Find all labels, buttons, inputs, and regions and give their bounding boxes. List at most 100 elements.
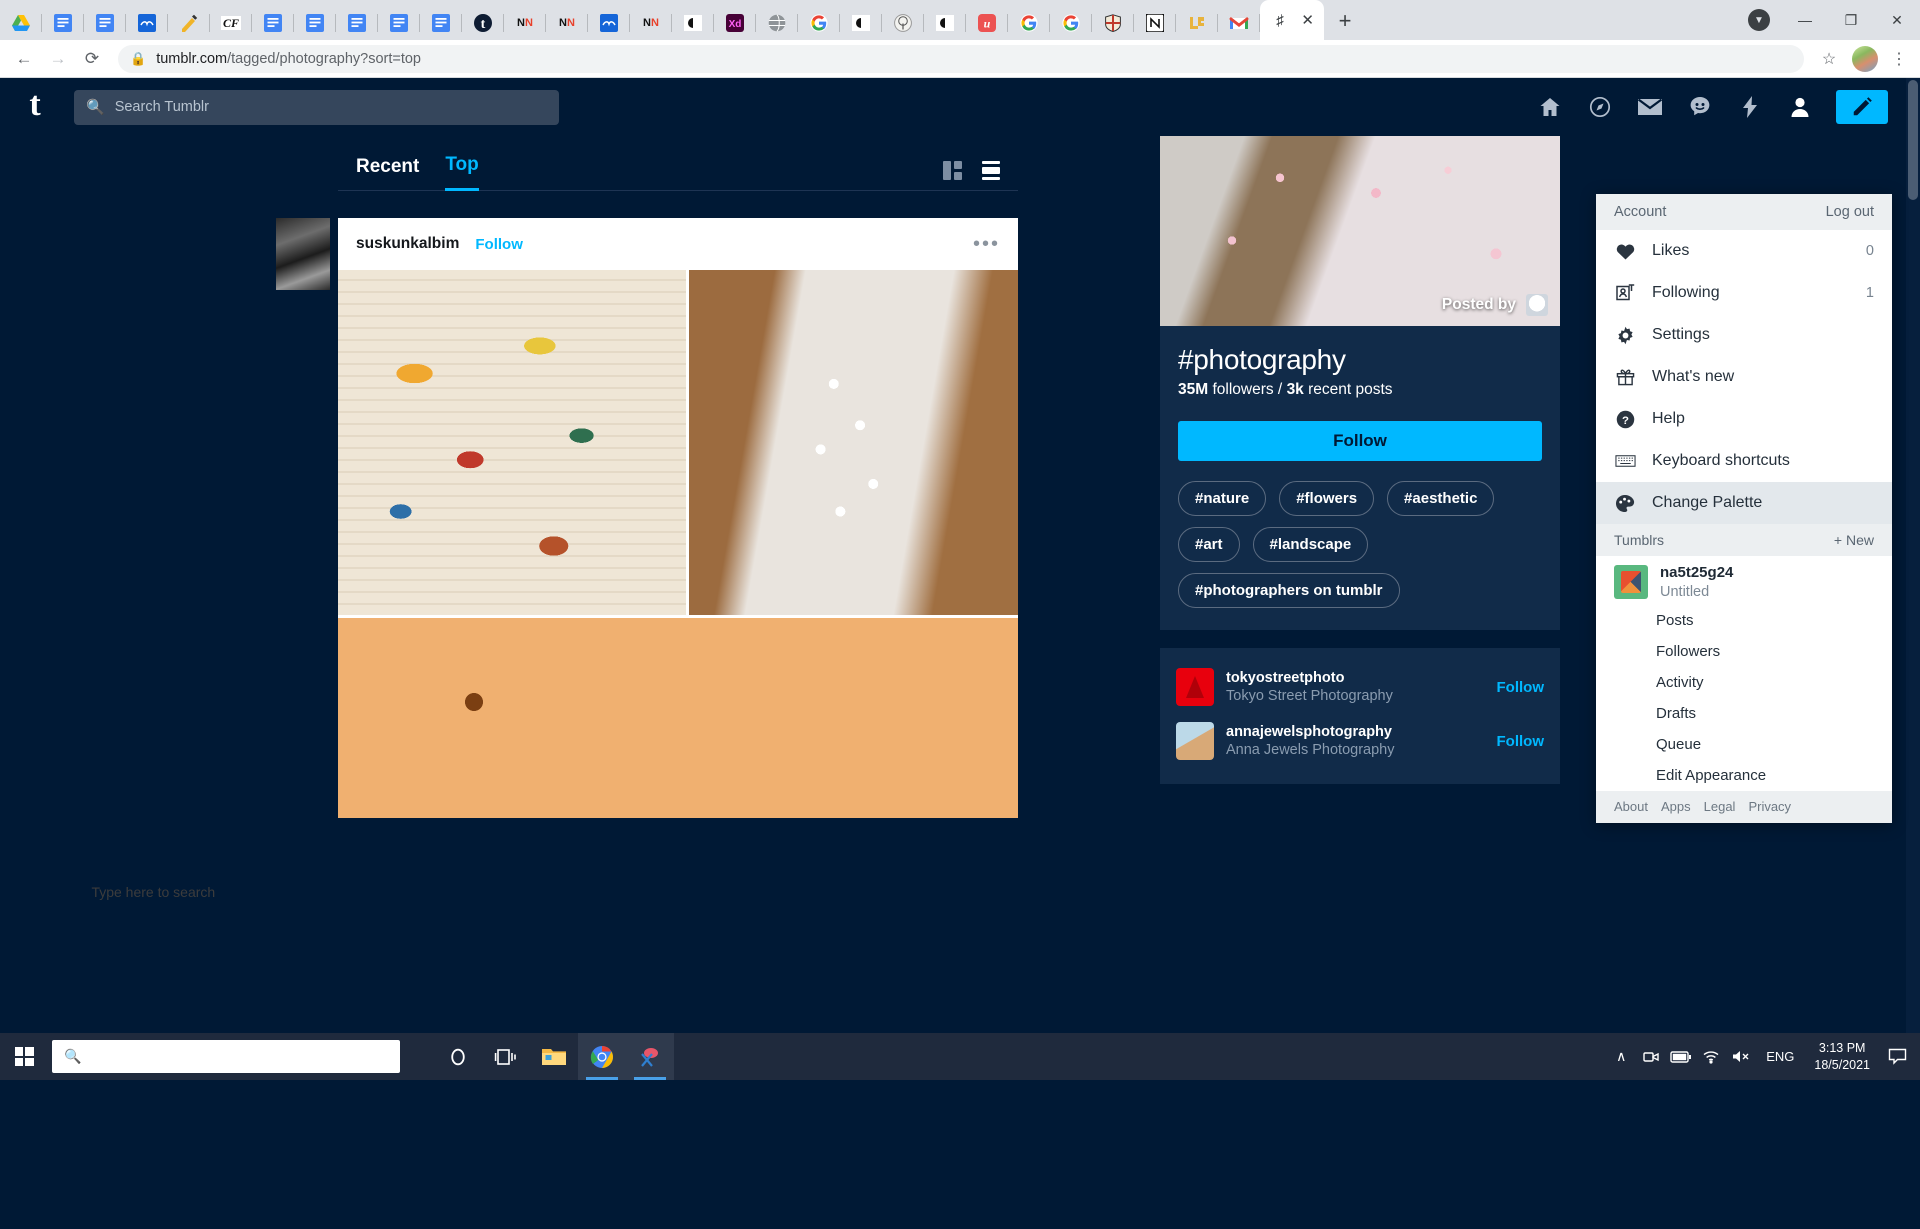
browser-tab[interactable]	[0, 6, 42, 40]
account-menu-item-what-s-new[interactable]: What's new	[1596, 356, 1892, 398]
address-bar[interactable]: 🔒 tumblr.com/tagged/photography?sort=top	[118, 45, 1804, 73]
browser-tab[interactable]	[798, 6, 840, 40]
explore-icon[interactable]	[1586, 93, 1614, 121]
post-photo[interactable]	[338, 270, 686, 615]
footer-link-privacy[interactable]: Privacy	[1748, 799, 1791, 814]
browser-tab[interactable]	[672, 6, 714, 40]
browser-tab[interactable]: Xd	[714, 6, 756, 40]
battery-icon[interactable]	[1666, 1033, 1696, 1080]
browser-tab[interactable]	[1050, 6, 1092, 40]
related-tag-chip[interactable]: #landscape	[1253, 527, 1369, 562]
bookmark-star-icon[interactable]: ☆	[1814, 44, 1844, 74]
browser-menu-icon[interactable]: ⋮	[1886, 49, 1912, 69]
footer-link-apps[interactable]: Apps	[1661, 799, 1691, 814]
tumblr-logo[interactable]: t	[18, 90, 52, 124]
scrollbar-thumb[interactable]	[1908, 80, 1918, 200]
new-tab-button[interactable]: +	[1328, 4, 1362, 38]
related-tag-chip[interactable]: #aesthetic	[1387, 481, 1494, 516]
account-icon[interactable]	[1786, 93, 1814, 121]
taskbar-clock[interactable]: 3:13 PM 18/5/2021	[1804, 1040, 1880, 1074]
account-blog-row[interactable]: na5t25g24 Untitled	[1596, 556, 1892, 605]
related-tag-chip[interactable]: #flowers	[1279, 481, 1374, 516]
forward-icon[interactable]: →	[42, 43, 74, 75]
account-menu-item-change-palette[interactable]: Change Palette	[1596, 482, 1892, 524]
home-icon[interactable]	[1536, 93, 1564, 121]
footer-link-legal[interactable]: Legal	[1704, 799, 1736, 814]
browser-tab[interactable]: CF	[210, 6, 252, 40]
account-menu-item-following[interactable]: Following1	[1596, 272, 1892, 314]
wifi-icon[interactable]	[1696, 1033, 1726, 1080]
tab-search-button[interactable]: ▼	[1736, 0, 1782, 40]
post-more-icon[interactable]: •••	[973, 239, 1000, 249]
suggested-blog-row[interactable]: annajewelsphotographyAnna Jewels Photogr…	[1176, 714, 1544, 768]
browser-tab[interactable]	[420, 6, 462, 40]
browser-tab[interactable]: u	[966, 6, 1008, 40]
tab-top[interactable]: Top	[445, 154, 478, 191]
chrome-icon[interactable]	[578, 1033, 626, 1080]
suggested-blog-follow-button[interactable]: Follow	[1497, 733, 1545, 750]
start-button[interactable]	[0, 1033, 48, 1080]
tokyo-tower-avatar[interactable]	[1176, 668, 1214, 706]
activity-icon[interactable]	[1686, 93, 1714, 121]
browser-tab[interactable]	[588, 6, 630, 40]
suggested-blog-follow-button[interactable]: Follow	[1497, 679, 1545, 696]
browser-tab[interactable]	[84, 6, 126, 40]
browser-tab[interactable]	[1218, 6, 1260, 40]
browser-tab[interactable]	[294, 6, 336, 40]
browser-tab[interactable]	[168, 6, 210, 40]
grid-view-icon[interactable]	[943, 161, 962, 180]
related-tag-chip[interactable]: #nature	[1178, 481, 1266, 516]
compose-button[interactable]	[1836, 90, 1888, 124]
maximize-button[interactable]: ❐	[1828, 0, 1874, 40]
browser-tab[interactable]	[882, 6, 924, 40]
footer-link-about[interactable]: About	[1614, 799, 1648, 814]
account-blog-link-activity[interactable]: Activity	[1596, 667, 1892, 698]
shortcuts-icon[interactable]	[1736, 93, 1764, 121]
browser-tab[interactable]	[1092, 6, 1134, 40]
account-blog-link-followers[interactable]: Followers	[1596, 636, 1892, 667]
tag-hero-image[interactable]: Posted by	[1160, 136, 1560, 326]
post-author-avatar[interactable]	[276, 218, 330, 290]
post-username[interactable]: suskunkalbim	[356, 235, 459, 253]
browser-tab[interactable]	[378, 6, 420, 40]
account-menu-item-help[interactable]: ?Help	[1596, 398, 1892, 440]
back-icon[interactable]: ←	[8, 43, 40, 75]
list-view-icon[interactable]	[982, 161, 1000, 180]
cortana-icon[interactable]	[434, 1033, 482, 1080]
account-blog-link-posts[interactable]: Posts	[1596, 605, 1892, 636]
reload-icon[interactable]: ⟳	[76, 43, 108, 75]
messages-icon[interactable]	[1636, 93, 1664, 121]
browser-tab[interactable]	[1134, 6, 1176, 40]
browser-tab[interactable]	[840, 6, 882, 40]
post-photo[interactable]	[689, 270, 1018, 615]
account-blog-link-edit-appearance[interactable]: Edit Appearance	[1596, 760, 1892, 791]
account-blog-link-drafts[interactable]: Drafts	[1596, 698, 1892, 729]
browser-profile-avatar[interactable]	[1852, 46, 1878, 72]
browser-tab[interactable]	[924, 6, 966, 40]
browser-tab[interactable]	[1008, 6, 1050, 40]
new-tumblr-button[interactable]: + New	[1834, 532, 1874, 548]
browser-tab[interactable]	[756, 6, 798, 40]
account-menu-item-settings[interactable]: Settings	[1596, 314, 1892, 356]
tray-language[interactable]: ENG	[1756, 1049, 1804, 1064]
suggested-blog-row[interactable]: tokyostreetphotoTokyo Street Photography…	[1176, 660, 1544, 714]
snipping-tool-icon[interactable]	[626, 1033, 674, 1080]
volume-muted-icon[interactable]	[1726, 1033, 1756, 1080]
task-view-icon[interactable]	[482, 1033, 530, 1080]
account-blog-link-queue[interactable]: Queue	[1596, 729, 1892, 760]
close-tab-icon[interactable]: ✕	[1301, 13, 1314, 28]
account-menu-item-keyboard-shortcuts[interactable]: Keyboard shortcuts	[1596, 440, 1892, 482]
minimize-button[interactable]: —	[1782, 0, 1828, 40]
tab-recent[interactable]: Recent	[356, 156, 419, 190]
close-window-button[interactable]: ✕	[1874, 0, 1920, 40]
page-scrollbar[interactable]	[1906, 78, 1920, 1033]
browser-tab[interactable]	[336, 6, 378, 40]
photo-avatar[interactable]	[1176, 722, 1214, 760]
camera-icon[interactable]	[1636, 1033, 1666, 1080]
related-tag-chip[interactable]: #photographers on tumblr	[1178, 573, 1400, 608]
related-tag-chip[interactable]: #art	[1178, 527, 1240, 562]
tag-follow-button[interactable]: Follow	[1178, 421, 1542, 461]
notification-icon[interactable]	[1880, 1033, 1914, 1080]
browser-tab[interactable]: NN	[504, 6, 546, 40]
browser-tab[interactable]: NN	[546, 6, 588, 40]
